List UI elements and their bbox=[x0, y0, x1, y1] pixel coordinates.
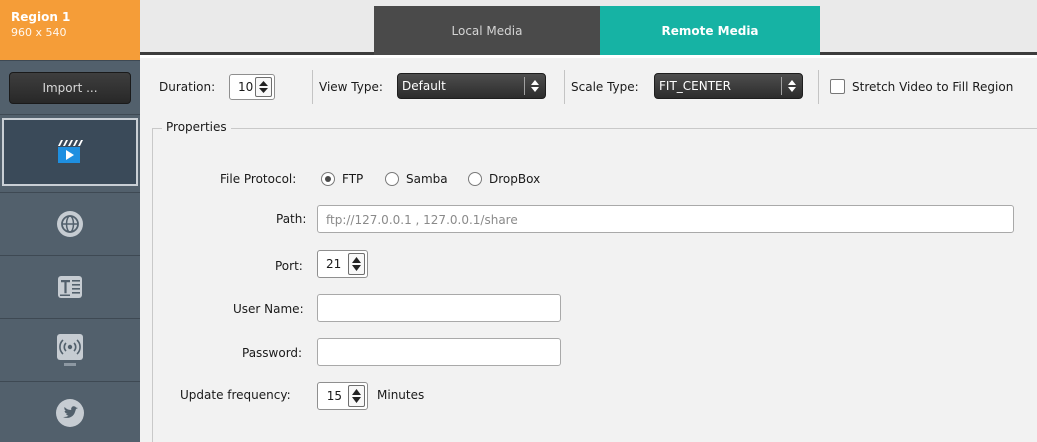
spinner-arrows-icon[interactable] bbox=[255, 77, 272, 97]
update-frequency-label: Update frequency: bbox=[180, 388, 291, 402]
protocol-option-dropbox[interactable]: DropBox bbox=[489, 172, 540, 186]
sidebar-item-video[interactable] bbox=[2, 118, 138, 186]
sidebar: Region 1 960 x 540 Import ... bbox=[0, 0, 140, 442]
duration-value: 10 bbox=[238, 80, 254, 94]
text-icon bbox=[57, 275, 83, 299]
update-frequency-stepper[interactable]: 15 bbox=[317, 382, 368, 410]
port-value: 21 bbox=[326, 257, 342, 271]
username-input[interactable] bbox=[317, 294, 561, 322]
sidebar-item-stream[interactable] bbox=[0, 319, 140, 381]
duration-stepper[interactable]: 10 bbox=[229, 74, 275, 100]
toolbar-divider bbox=[312, 70, 313, 104]
view-type-value: Default bbox=[402, 79, 446, 93]
tab-local-media[interactable]: Local Media bbox=[374, 6, 600, 55]
sidebar-item-web[interactable] bbox=[0, 193, 140, 255]
tab-bar: Local Media Remote Media bbox=[140, 0, 1037, 55]
twitter-icon bbox=[55, 398, 85, 428]
toolbar: Duration: 10 View Type: Default Scale Ty… bbox=[140, 58, 1037, 118]
protocol-radio-dropbox[interactable] bbox=[468, 172, 482, 186]
protocol-option-ftp[interactable]: FTP bbox=[342, 172, 363, 186]
port-label: Port: bbox=[275, 259, 303, 273]
dropdown-divider bbox=[781, 77, 782, 95]
view-type-label: View Type: bbox=[319, 80, 383, 94]
region-indicator[interactable]: Region 1 960 x 540 bbox=[0, 0, 140, 60]
stretch-video-checkbox[interactable] bbox=[830, 79, 845, 94]
sidebar-item-twitter[interactable] bbox=[0, 382, 140, 442]
properties-legend: Properties bbox=[162, 120, 231, 134]
path-placeholder: ftp://127.0.0.1 , 127.0.0.1/share bbox=[326, 213, 518, 227]
password-input[interactable] bbox=[317, 338, 561, 366]
update-frequency-unit: Minutes bbox=[377, 388, 425, 402]
view-type-dropdown[interactable]: Default bbox=[397, 73, 546, 99]
broadcast-icon bbox=[56, 333, 84, 367]
path-input[interactable]: ftp://127.0.0.1 , 127.0.0.1/share bbox=[317, 205, 1014, 233]
sidebar-item-text[interactable] bbox=[0, 256, 140, 318]
spinner-arrows-icon[interactable] bbox=[348, 253, 365, 275]
video-clapper-icon bbox=[56, 139, 84, 165]
dropdown-divider bbox=[524, 77, 525, 95]
username-label: User Name: bbox=[233, 302, 304, 316]
radio-selected-dot bbox=[325, 176, 331, 182]
region-title: Region 1 bbox=[11, 10, 71, 24]
protocol-radio-samba[interactable] bbox=[385, 172, 399, 186]
duration-label: Duration: bbox=[159, 80, 216, 94]
scale-type-label: Scale Type: bbox=[571, 80, 639, 94]
path-label: Path: bbox=[276, 212, 307, 226]
tab-remote-media[interactable]: Remote Media bbox=[600, 6, 820, 55]
sidebar-divider bbox=[0, 60, 140, 61]
properties-panel: Properties File Protocol: FTP Samba Drop… bbox=[140, 118, 1037, 442]
toolbar-divider bbox=[564, 70, 565, 104]
region-size: 960 x 540 bbox=[11, 26, 67, 39]
protocol-option-samba[interactable]: Samba bbox=[406, 172, 448, 186]
spinner-arrows-icon[interactable] bbox=[348, 385, 365, 407]
toolbar-divider bbox=[818, 70, 819, 104]
scale-type-dropdown[interactable]: FIT_CENTER bbox=[654, 73, 803, 99]
port-stepper[interactable]: 21 bbox=[317, 250, 368, 278]
scale-type-value: FIT_CENTER bbox=[659, 79, 731, 93]
sidebar-divider bbox=[0, 114, 140, 115]
file-protocol-label: File Protocol: bbox=[220, 172, 297, 186]
protocol-radio-ftp[interactable] bbox=[321, 172, 335, 186]
update-frequency-value: 15 bbox=[326, 389, 342, 403]
import-button[interactable]: Import ... bbox=[9, 72, 131, 104]
password-label: Password: bbox=[242, 346, 303, 360]
globe-icon bbox=[56, 210, 84, 238]
stretch-video-label[interactable]: Stretch Video to Fill Region bbox=[852, 80, 1013, 94]
